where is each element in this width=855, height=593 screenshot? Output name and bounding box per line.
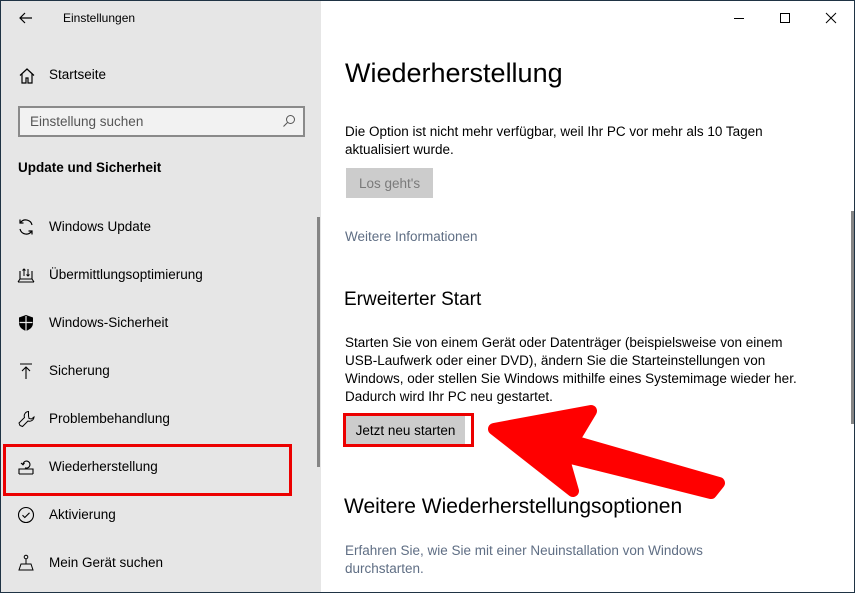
sidebar-item-backup[interactable]: Sicherung: [1, 351, 301, 391]
checkmark-circle-icon: [17, 506, 35, 524]
sidebar-item-troubleshoot[interactable]: Problembehandlung: [1, 399, 301, 439]
more-info-link[interactable]: Weitere Informationen: [345, 229, 478, 244]
search-icon[interactable]: [282, 114, 296, 128]
home-icon: [19, 68, 35, 84]
go-back-button[interactable]: Los geht's: [346, 168, 434, 198]
sidebar-item-recovery[interactable]: Wiederherstellung: [1, 447, 301, 487]
sidebar-item-find-my-device[interactable]: Mein Gerät suchen: [1, 543, 301, 583]
fresh-start-link[interactable]: Erfahren Sie, wie Sie mit einer Neuinsta…: [345, 542, 725, 578]
sidebar-item-windows-update[interactable]: Windows Update: [1, 207, 301, 247]
settings-search-input[interactable]: [20, 108, 280, 135]
wrench-icon: [18, 410, 35, 428]
sidebar-section-title: Update und Sicherheit: [18, 160, 162, 175]
sidebar-item-label: Wiederherstellung: [49, 459, 158, 474]
back-button[interactable]: [13, 5, 39, 31]
app-title: Einstellungen: [63, 11, 136, 25]
maximize-button[interactable]: [762, 1, 808, 35]
delivery-optimization-icon: [17, 268, 35, 283]
sidebar-scrollbar[interactable]: [317, 217, 320, 467]
sidebar-item-label: Aktivierung: [49, 507, 116, 522]
sidebar-item-activation[interactable]: Aktivierung: [1, 495, 301, 535]
sidebar-item-label: Mein Gerät suchen: [49, 555, 164, 570]
maximize-icon: [780, 13, 790, 23]
more-recovery-options-heading: Weitere Wiederherstellungsoptionen: [344, 495, 683, 518]
content-scrollbar[interactable]: [851, 211, 854, 424]
sidebar-item-label: Windows-Sicherheit: [49, 315, 169, 330]
sidebar-item-home[interactable]: Startseite: [1, 59, 301, 91]
settings-window: Einstellungen Startseite Update und Sich…: [0, 0, 855, 593]
sidebar-item-label: Problembehandlung: [49, 411, 170, 426]
sync-icon: [19, 219, 33, 235]
page-title: Wiederherstellung: [345, 58, 563, 88]
recovery-icon: [18, 460, 34, 475]
content-pane: Wiederherstellung Die Option ist nicht m…: [322, 1, 854, 592]
sidebar: Einstellungen Startseite Update und Sich…: [1, 1, 321, 592]
advanced-start-heading: Erweiterter Start: [344, 289, 482, 310]
find-device-icon: [18, 554, 34, 571]
sidebar-item-label: Startseite: [49, 67, 107, 82]
close-button[interactable]: [808, 1, 854, 35]
advanced-start-description: Starten Sie von einem Gerät oder Datentr…: [345, 335, 797, 404]
back-arrow-icon: [19, 12, 32, 24]
sidebar-item-windows-security[interactable]: Windows-Sicherheit: [1, 303, 301, 343]
shield-icon: [19, 315, 33, 331]
sidebar-item-delivery-optimization[interactable]: Übermittlungsoptimierung: [1, 255, 301, 295]
restart-now-button[interactable]: Jetzt neu starten: [346, 416, 465, 444]
rollback-description: Die Option ist nicht mehr verfügbar, wei…: [345, 124, 763, 157]
backup-upload-icon: [20, 363, 32, 379]
sidebar-item-label: Sicherung: [49, 363, 110, 378]
settings-search-box[interactable]: [18, 106, 305, 137]
sidebar-item-label: Übermittlungsoptimierung: [49, 267, 203, 282]
minimize-button[interactable]: [716, 1, 762, 35]
minimize-icon: [734, 18, 744, 19]
close-icon: [825, 12, 837, 24]
sidebar-item-label: Windows Update: [49, 219, 152, 234]
